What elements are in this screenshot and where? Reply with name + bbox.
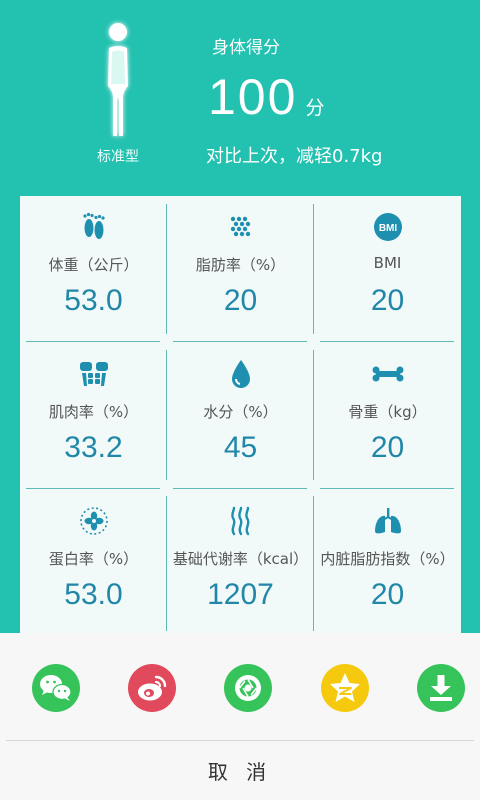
metric-bmi[interactable]: BMI BMI 20: [314, 196, 461, 342]
download-icon: [417, 664, 465, 712]
metric-basal-metabolism[interactable]: 基础代谢率（kcal） 1207: [167, 490, 314, 636]
share-moments-button[interactable]: [223, 663, 273, 713]
download-button[interactable]: [416, 663, 466, 713]
metric-label: 体重（公斤）: [48, 256, 139, 274]
protein-icon: [20, 504, 167, 538]
metric-bone-weight[interactable]: 骨重（kg） 20: [314, 343, 461, 489]
bmi-icon-text: BMI: [378, 223, 397, 234]
metric-value: 20: [370, 431, 405, 464]
footprints-icon: [20, 210, 167, 244]
cancel-button[interactable]: 取 消: [0, 741, 480, 800]
metric-value: 20: [223, 284, 258, 317]
share-weibo-button[interactable]: [127, 663, 177, 713]
metric-label: 脂肪率（%）: [195, 256, 286, 274]
metric-label: 蛋白率（%）: [48, 550, 139, 568]
water-drop-icon: [167, 357, 314, 391]
metric-label: BMI: [373, 254, 402, 272]
metric-value: 20: [370, 578, 405, 611]
body-type-label: 标准型: [97, 149, 139, 165]
moments-icon: [224, 664, 272, 712]
muscle-icon: [20, 357, 167, 391]
qzone-icon: [321, 664, 369, 712]
metric-visceral-fat[interactable]: 内脏脂肪指数（%） 20: [314, 490, 461, 636]
metric-label: 内脏脂肪指数（%）: [320, 550, 455, 568]
fat-cells-icon: [167, 210, 314, 244]
lungs-icon: [314, 504, 461, 538]
metric-value: 20: [370, 284, 405, 317]
wechat-icon: [32, 664, 80, 712]
metric-value: 53.0: [64, 284, 123, 317]
score-unit: 分: [305, 97, 325, 119]
body-figure-icon: [92, 18, 144, 143]
metric-label: 肌肉率（%）: [48, 403, 139, 421]
metric-water[interactable]: 水分（%） 45: [167, 343, 314, 489]
comparison-text: 对比上次，减轻0.7kg: [206, 146, 383, 167]
share-qzone-button[interactable]: [320, 663, 370, 713]
metabolism-flame-icon: [167, 504, 314, 538]
weibo-icon: [128, 664, 176, 712]
metric-value: 1207: [207, 578, 274, 611]
metric-label: 基础代谢率（kcal）: [172, 550, 309, 568]
score-value: 100: [208, 69, 298, 125]
metric-value: 33.2: [64, 431, 123, 464]
bone-icon: [314, 357, 461, 391]
bmi-icon: BMI: [314, 210, 461, 244]
metric-weight[interactable]: 体重（公斤） 53.0: [20, 196, 167, 342]
metric-label: 水分（%）: [203, 403, 278, 421]
score-title: 身体得分: [212, 38, 280, 58]
score-row: 100 分: [208, 68, 324, 126]
share-sheet: 取 消: [0, 633, 480, 800]
metric-value: 53.0: [64, 578, 123, 611]
metric-protein-rate[interactable]: 蛋白率（%） 53.0: [20, 490, 167, 636]
metric-muscle-rate[interactable]: 肌肉率（%） 33.2: [20, 343, 167, 489]
share-wechat-button[interactable]: [31, 663, 81, 713]
metric-fat-rate[interactable]: 脂肪率（%） 20: [167, 196, 314, 342]
metrics-panel: 体重（公斤） 53.0 脂肪率（%） 20 BMI BMI 20 肌肉率（%） …: [20, 196, 461, 636]
metric-label: 骨重（kg）: [348, 403, 427, 421]
metric-value: 45: [223, 431, 258, 464]
